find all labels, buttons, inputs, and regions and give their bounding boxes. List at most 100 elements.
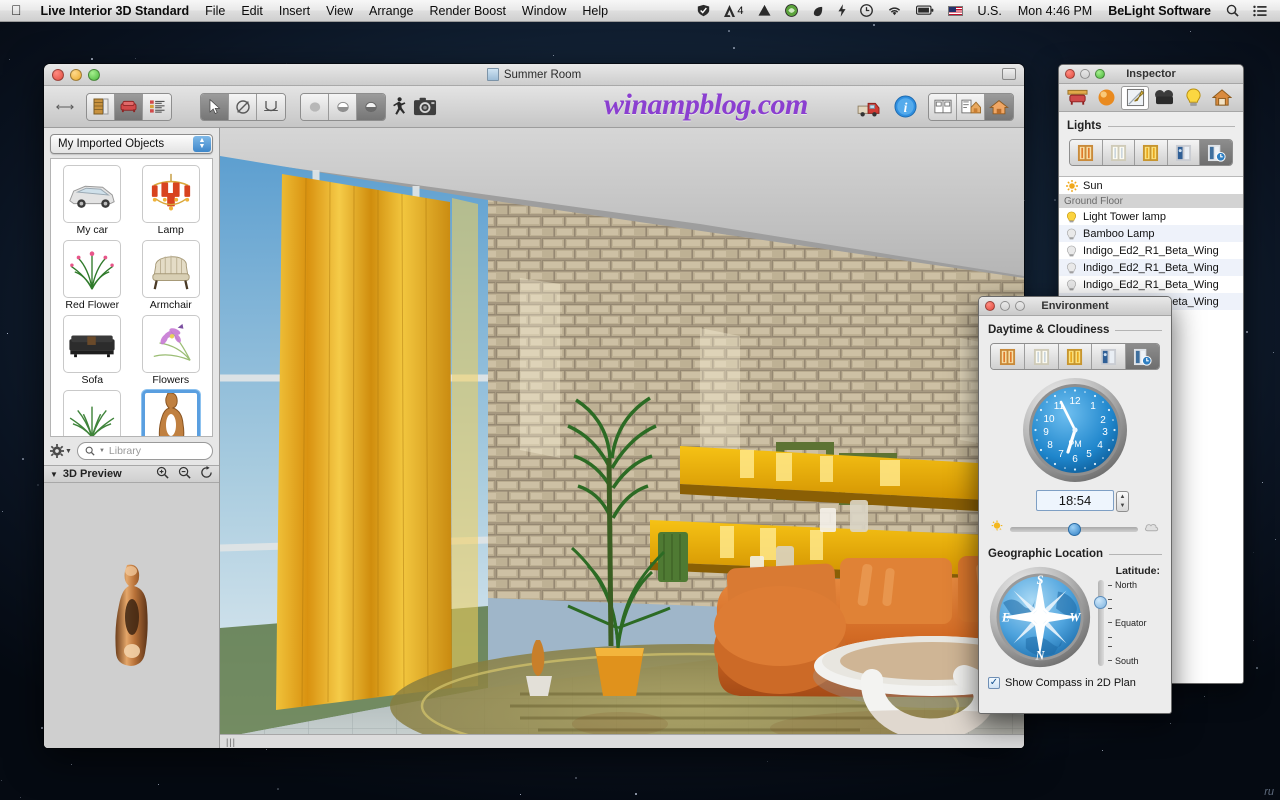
car-thumbnail[interactable]	[63, 165, 121, 223]
cloudiness-knob[interactable]	[1068, 523, 1081, 536]
wifi-icon[interactable]	[880, 5, 909, 17]
show-compass-row[interactable]: ✓ Show Compass in 2D Plan	[988, 677, 1162, 689]
library-object-cell[interactable]: Red Flower	[55, 240, 130, 313]
armchair-thumbnail[interactable]	[142, 240, 200, 298]
tab-site-icon[interactable]	[1208, 86, 1236, 110]
light-row[interactable]: Indigo_Ed2_R1_Beta_Wing	[1059, 276, 1243, 293]
evening-icon[interactable]	[1059, 344, 1093, 369]
day-light-icon[interactable]	[1103, 140, 1136, 165]
inspector-title-bar[interactable]: Inspector	[1059, 65, 1243, 84]
evernote-icon[interactable]	[778, 4, 805, 17]
menu-item-help[interactable]: Help	[574, 4, 616, 18]
disclosure-triangle-icon[interactable]: ▼	[50, 470, 58, 479]
3d-viewport[interactable]: |||	[220, 128, 1024, 748]
list-view-icon[interactable]	[143, 94, 171, 120]
night-light-icon[interactable]	[1168, 140, 1201, 165]
arrow-select-icon[interactable]	[201, 94, 229, 120]
preview-header[interactable]: ▼ 3D Preview	[44, 465, 219, 483]
dropbox-icon[interactable]	[805, 5, 831, 17]
us-flag-icon[interactable]	[941, 6, 970, 16]
chevron-updown-icon[interactable]: ▲ ▼	[193, 136, 211, 152]
close-button[interactable]	[52, 69, 64, 81]
tab-edit-icon[interactable]	[1121, 86, 1149, 110]
adobe-icon[interactable]: 4	[717, 5, 750, 17]
rotate-icon[interactable]	[229, 94, 257, 120]
measure-icon[interactable]	[257, 94, 285, 120]
day-icon[interactable]	[1025, 344, 1059, 369]
menu-item-arrange[interactable]: Arrange	[361, 4, 421, 18]
time-stepper[interactable]: ▲ ▼	[1116, 491, 1129, 512]
info-icon[interactable]: i	[892, 93, 918, 121]
cloudiness-slider[interactable]	[990, 520, 1160, 538]
camera-icon[interactable]	[412, 93, 438, 121]
stepper-down-icon[interactable]: ▼	[1120, 503, 1126, 509]
resize-handle-icon[interactable]: ⟷	[54, 100, 76, 114]
smooth-shading-icon[interactable]	[329, 94, 357, 120]
bulb-off-icon[interactable]	[1066, 245, 1077, 257]
cloudiness-track[interactable]	[1010, 527, 1138, 532]
google-drive-icon[interactable]	[751, 5, 778, 17]
latitude-track[interactable]	[1098, 580, 1104, 666]
menu-item-file[interactable]: File	[197, 4, 233, 18]
bulb-off-icon[interactable]	[1066, 262, 1077, 274]
bulb-on-icon[interactable]	[1066, 211, 1077, 223]
search-icon[interactable]	[1219, 4, 1246, 17]
menu-item-window[interactable]: Window	[514, 4, 574, 18]
light-row[interactable]: Indigo_Ed2_R1_Beta_Wing	[1059, 259, 1243, 276]
zoom-in-icon[interactable]	[156, 466, 169, 482]
stepper-up-icon[interactable]: ▲	[1120, 494, 1126, 500]
checkmark-shield-icon[interactable]	[690, 4, 717, 17]
time-input[interactable]: 18:54 ▲ ▼	[1036, 490, 1114, 511]
menu-user-name[interactable]: BeLight Software	[1100, 4, 1219, 18]
custom-time-icon[interactable]	[1126, 344, 1159, 369]
library-object-cell[interactable]: Statue	[134, 390, 209, 437]
furniture-view-icon[interactable]	[115, 94, 143, 120]
minimize-button[interactable]	[70, 69, 82, 81]
statue-thumbnail[interactable]	[142, 390, 200, 437]
plan-and-3d-icon[interactable]	[957, 94, 985, 120]
house-3d-icon[interactable]	[985, 94, 1013, 120]
input-source-label[interactable]: U.S.	[970, 4, 1010, 18]
rotate-icon[interactable]	[200, 466, 213, 482]
night-icon[interactable]	[1092, 344, 1126, 369]
library-search-input[interactable]: ▼ Library	[77, 442, 213, 460]
library-object-cell[interactable]: Flowers	[134, 315, 209, 388]
battery-icon[interactable]	[909, 5, 941, 16]
latitude-knob[interactable]	[1094, 596, 1107, 609]
tab-object-icon[interactable]	[1063, 86, 1091, 110]
morning-icon[interactable]	[991, 344, 1025, 369]
zoom-button[interactable]	[88, 69, 100, 81]
light-row[interactable]: Sun	[1059, 177, 1243, 194]
tab-light-icon[interactable]	[1179, 86, 1207, 110]
flat-shading-icon[interactable]	[301, 94, 329, 120]
gear-icon[interactable]: ▼	[50, 444, 72, 458]
library-object-cell[interactable]: Lamp	[134, 165, 209, 238]
toolbar-toggle-button[interactable]	[1002, 68, 1016, 80]
bush-thumbnail[interactable]	[63, 390, 121, 437]
library-object-cell[interactable]: My car	[55, 165, 130, 238]
menu-item-view[interactable]: View	[318, 4, 361, 18]
sun-icon[interactable]	[1066, 180, 1077, 192]
tab-material-icon[interactable]	[1092, 86, 1120, 110]
library-object-cell[interactable]: Armchair	[134, 240, 209, 313]
library-object-cell[interactable]: Sofa	[55, 315, 130, 388]
walkthrough-icon[interactable]	[386, 93, 412, 121]
apple-menu-icon[interactable]: 	[0, 2, 33, 20]
building-view-icon[interactable]	[87, 94, 115, 120]
custom-time-icon[interactable]	[1200, 140, 1232, 165]
bolt-icon[interactable]	[831, 4, 853, 17]
menu-item-render-boost[interactable]: Render Boost	[421, 4, 513, 18]
latitude-slider[interactable]: North Equator South	[1098, 580, 1162, 666]
render-shading-icon[interactable]	[357, 94, 385, 120]
flowers-thumbnail[interactable]	[142, 315, 200, 373]
chandelier-thumbnail[interactable]	[142, 165, 200, 223]
menu-app-name[interactable]: Live Interior 3D Standard	[33, 4, 198, 18]
red-flower-thumbnail[interactable]	[63, 240, 121, 298]
zoom-out-icon[interactable]	[178, 466, 191, 482]
menu-item-edit[interactable]: Edit	[233, 4, 271, 18]
light-row[interactable]: Indigo_Ed2_R1_Beta_Wing	[1059, 242, 1243, 259]
split-view-icon[interactable]	[929, 94, 957, 120]
tab-camera-icon[interactable]	[1150, 86, 1178, 110]
menu-clock[interactable]: Mon 4:46 PM	[1010, 4, 1100, 18]
sofa-thumbnail[interactable]	[63, 315, 121, 373]
